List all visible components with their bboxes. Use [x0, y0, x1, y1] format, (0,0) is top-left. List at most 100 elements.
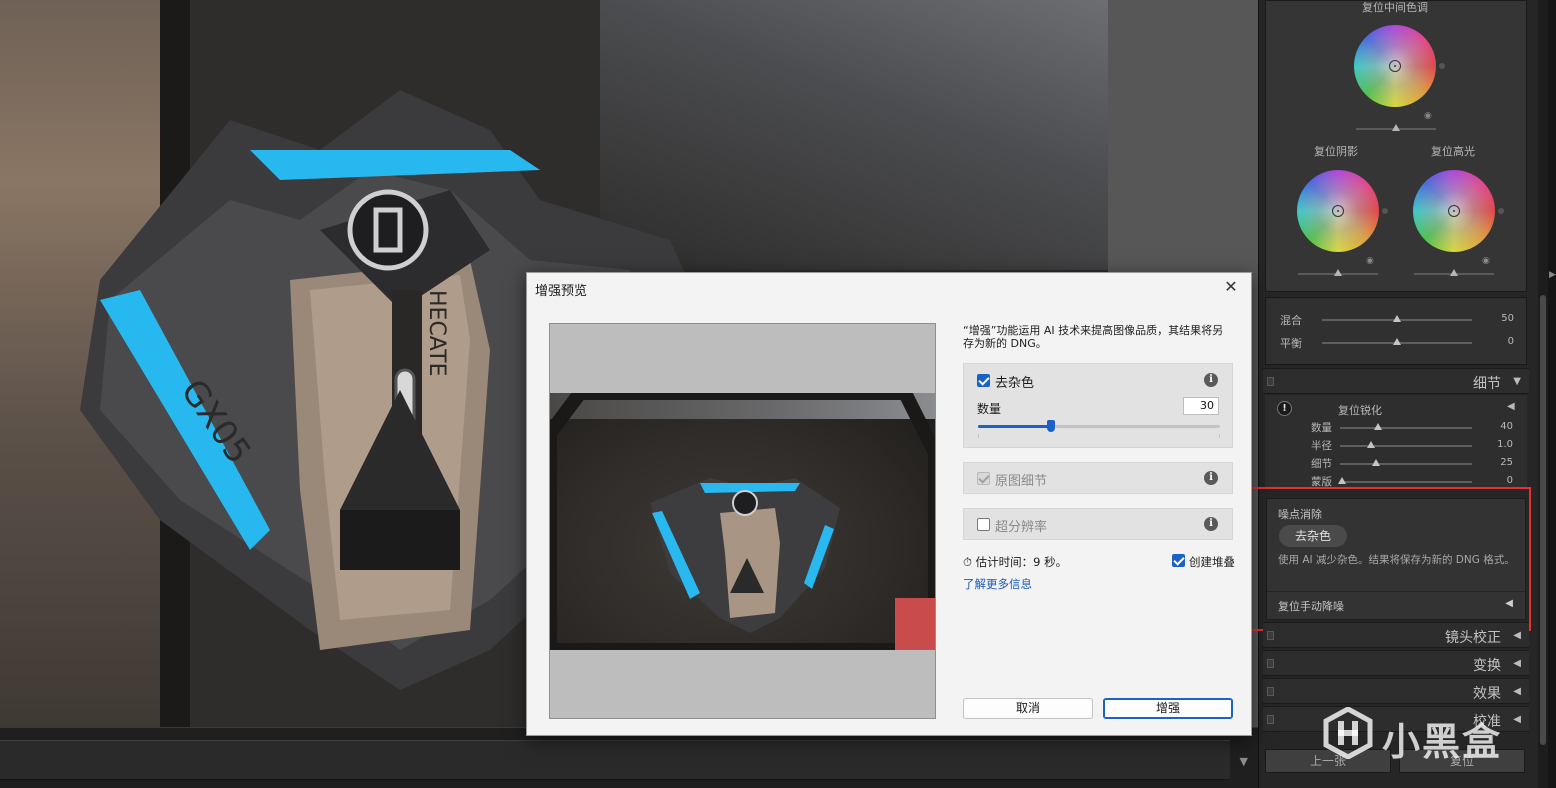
slider-thumb[interactable]: [1450, 269, 1458, 276]
blend-value[interactable]: 50: [1484, 313, 1514, 324]
sharpen-masking-slider[interactable]: [1338, 477, 1472, 484]
highlights-dot: [1498, 208, 1504, 214]
panel-toggle-icon[interactable]: [1267, 377, 1274, 386]
filmstrip-toggle-icon[interactable]: ▼: [1240, 755, 1248, 768]
info-icon[interactable]: i: [1204, 373, 1218, 387]
super-resolution-option: 超分辨率 i: [963, 508, 1233, 540]
detail-panel-header[interactable]: 细节 ▼: [1263, 368, 1529, 394]
sharpening-section: ! 复位锐化 ◀ 数量 40 半径 1.0 细节 25 蒙版 0: [1265, 395, 1527, 488]
collapse-panel-icon[interactable]: ▶: [1549, 270, 1556, 280]
raw-details-label: 原图细节: [995, 474, 1048, 489]
info-icon[interactable]: i: [1204, 517, 1218, 531]
preview-device-image: [550, 393, 935, 650]
slider-thumb[interactable]: [1374, 423, 1382, 430]
balance-value[interactable]: 0: [1484, 336, 1514, 347]
panel-toggle-icon[interactable]: [1267, 631, 1274, 640]
midtones-luminance-slider[interactable]: [1356, 124, 1436, 131]
enhance-button[interactable]: 增强: [1103, 698, 1233, 719]
panel-toggle-icon[interactable]: [1267, 715, 1274, 724]
amount-label: 数量: [977, 402, 1002, 416]
shadows-color-wheel[interactable]: [1297, 170, 1379, 252]
sharpen-detail-slider[interactable]: [1340, 459, 1472, 466]
highlights-luminance-slider[interactable]: [1414, 269, 1494, 276]
enhance-preview-pane[interactable]: [549, 323, 936, 719]
detail-panel-title: 细节: [1473, 376, 1501, 392]
create-stack-checkbox[interactable]: [1172, 554, 1185, 567]
blend-slider[interactable]: [1322, 315, 1472, 322]
sharpen-amount-value[interactable]: 40: [1483, 421, 1513, 432]
warning-icon[interactable]: !: [1277, 401, 1292, 416]
highlights-color-wheel[interactable]: [1413, 170, 1495, 252]
denoise-checkbox[interactable]: [977, 374, 990, 387]
slider-thumb[interactable]: [1372, 459, 1380, 466]
amount-input[interactable]: 30: [1183, 397, 1219, 415]
svg-text:HECATE: HECATE: [424, 290, 449, 377]
enhance-description: “增强”功能运用 AI 技术来提高图像品质，其结果将另存为新的 DNG。: [963, 324, 1224, 350]
slider-thumb[interactable]: [1338, 477, 1346, 484]
super-resolution-label: 超分辨率: [995, 520, 1048, 535]
sharpen-amount-slider[interactable]: [1340, 423, 1472, 430]
amount-slider[interactable]: [978, 420, 1220, 432]
color-grading-section: 复位中间色调 ◉ 复位阴影 复位高光 ◉ ◉: [1265, 0, 1527, 292]
slider-thumb[interactable]: [1393, 338, 1401, 345]
slider-thumb[interactable]: [1334, 269, 1342, 276]
sharpen-masking-value[interactable]: 0: [1483, 475, 1513, 486]
enhance-preview-dialog: 增强预览 ✕ “增强”功能运用 AI 技术来提高图像品质，其结果将另存为新的 D…: [526, 272, 1252, 736]
transform-title: 变换: [1473, 658, 1501, 674]
filmstrip-track[interactable]: [0, 740, 1230, 780]
sharpen-detail-value[interactable]: 25: [1483, 457, 1513, 468]
blend-label: 混合: [1280, 314, 1302, 327]
chevron-left-icon[interactable]: ◀: [1513, 686, 1521, 697]
watermark-text: 小黑盒: [1382, 720, 1503, 764]
learn-more-link[interactable]: 了解更多信息: [963, 576, 1032, 592]
panel-toggle-icon[interactable]: [1267, 659, 1274, 668]
wheel-center-icon[interactable]: [1389, 60, 1401, 72]
sharpen-reset-label[interactable]: 复位锐化: [1338, 402, 1382, 418]
close-icon[interactable]: ✕: [1221, 277, 1241, 297]
heybox-logo-icon: [1323, 707, 1373, 759]
slider-thumb[interactable]: [1392, 124, 1400, 131]
eye-icon[interactable]: ◉: [1366, 256, 1374, 266]
shadows-reset-label[interactable]: 复位阴影: [1314, 143, 1358, 159]
chevron-left-icon[interactable]: ◀: [1513, 658, 1521, 669]
chevron-left-icon[interactable]: ◀: [1507, 401, 1515, 412]
cancel-button[interactable]: 取消: [963, 698, 1093, 719]
info-icon[interactable]: i: [1204, 471, 1218, 485]
wheel-center-icon[interactable]: [1332, 205, 1344, 217]
panel-edge-strip: ▶: [1548, 0, 1556, 788]
raw-details-checkbox[interactable]: [977, 472, 990, 485]
shadows-luminance-slider[interactable]: [1298, 269, 1378, 276]
eye-icon[interactable]: ◉: [1424, 111, 1432, 121]
chevron-down-icon[interactable]: ▼: [1513, 376, 1521, 387]
highlight-annotation-box: [1250, 487, 1531, 631]
eye-icon[interactable]: ◉: [1482, 256, 1490, 266]
blend-balance-section: 混合 50 平衡 0: [1265, 297, 1527, 365]
slider-thumb[interactable]: [1393, 315, 1401, 322]
lens-correction-panel-header[interactable]: 镜头校正 ◀: [1263, 622, 1529, 648]
filmstrip-bar: ▼: [0, 727, 1258, 788]
scrollbar-thumb[interactable]: [1540, 295, 1546, 745]
transform-panel-header[interactable]: 变换 ◀: [1263, 650, 1529, 676]
super-resolution-checkbox[interactable]: [977, 518, 990, 531]
wheel-center-icon[interactable]: [1448, 205, 1460, 217]
midtones-color-wheel[interactable]: [1354, 25, 1436, 107]
highlights-reset-label[interactable]: 复位高光: [1431, 143, 1475, 159]
stopwatch-icon: ⏱: [963, 555, 972, 569]
dialog-title: 增强预览: [535, 284, 588, 299]
sharpen-detail-label: 细节: [1311, 458, 1332, 470]
midtones-reset-label[interactable]: 复位中间色调: [1362, 0, 1428, 15]
right-panel-scrollbar[interactable]: [1538, 0, 1548, 788]
chevron-left-icon[interactable]: ◀: [1513, 630, 1521, 641]
create-stack-label: 创建堆叠: [1189, 555, 1235, 569]
sharpen-radius-slider[interactable]: [1340, 441, 1472, 448]
panel-toggle-icon[interactable]: [1267, 687, 1274, 696]
sharpen-radius-label: 半径: [1311, 440, 1332, 452]
amount-slider-thumb[interactable]: [1047, 420, 1055, 432]
denoise-option: 去杂色 i 数量 30: [963, 363, 1233, 448]
effects-panel-header[interactable]: 效果 ◀: [1263, 678, 1529, 704]
slider-thumb[interactable]: [1367, 441, 1375, 448]
midtones-dot: [1439, 63, 1445, 69]
sharpen-radius-value[interactable]: 1.0: [1483, 439, 1513, 450]
balance-slider[interactable]: [1322, 338, 1472, 345]
sharpen-amount-label: 数量: [1311, 422, 1332, 434]
